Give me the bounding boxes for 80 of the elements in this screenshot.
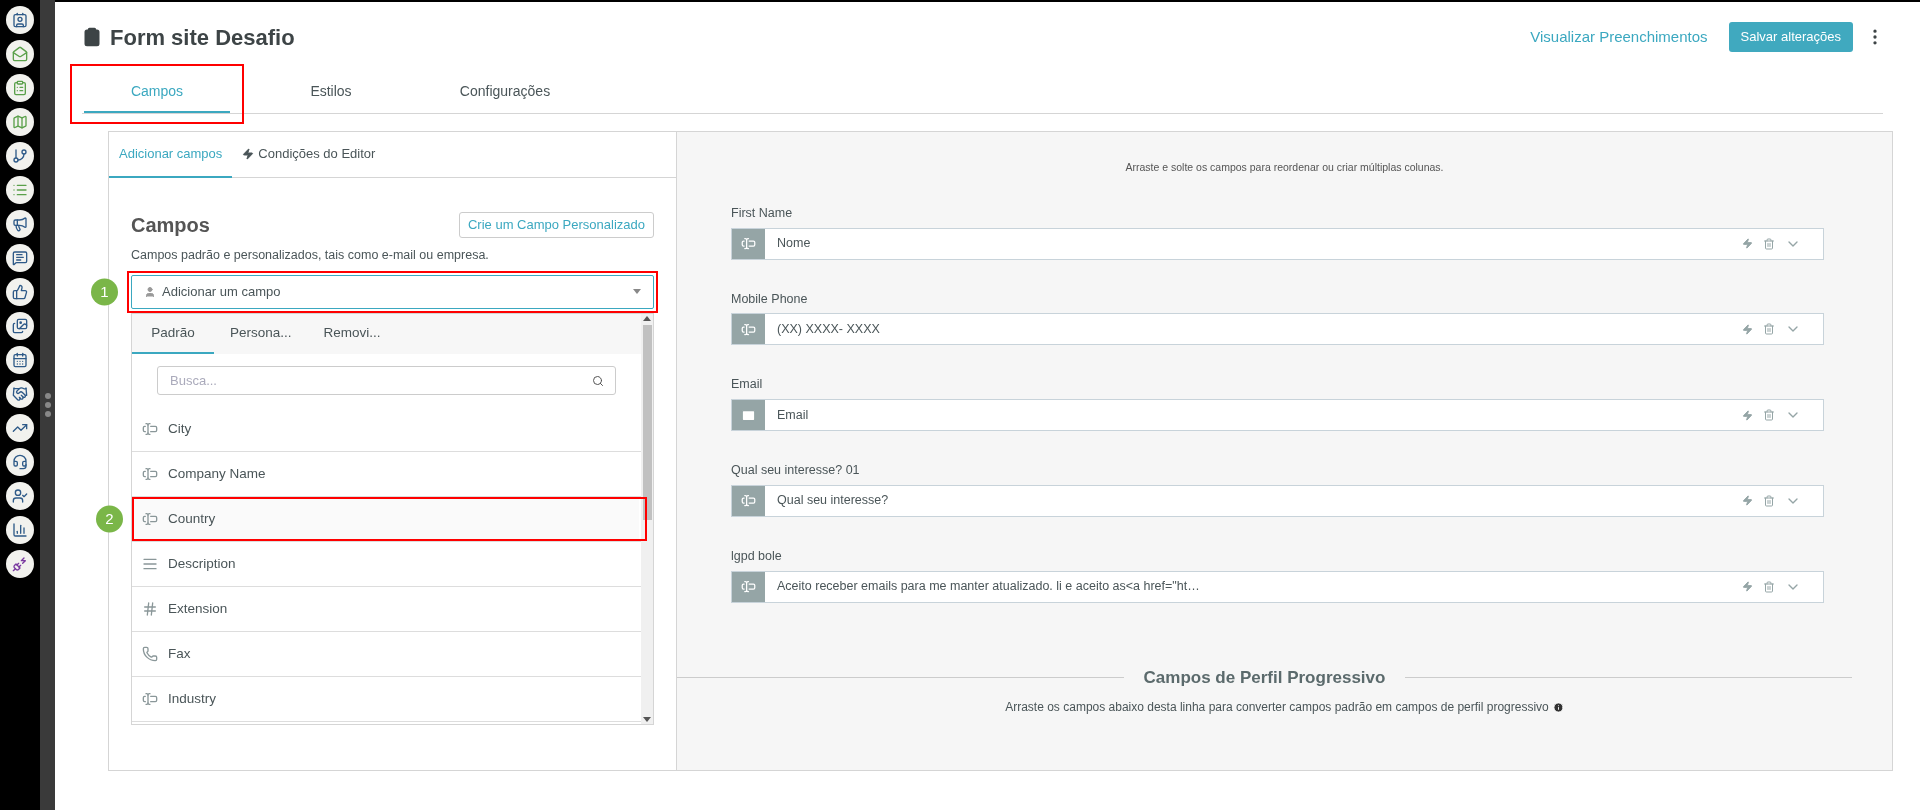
- scrollbar-thumb[interactable]: [642, 324, 652, 520]
- field-label: First Name: [731, 204, 794, 222]
- editor-tab[interactable]: Condições do Editor: [232, 132, 386, 178]
- form-field[interactable]: (XX) XXXX- XXXX: [731, 313, 1824, 346]
- scrollbar[interactable]: [641, 313, 653, 724]
- trash-icon[interactable]: [1763, 237, 1775, 250]
- clipboard-icon[interactable]: [6, 74, 34, 102]
- lightning-icon[interactable]: [1742, 581, 1753, 592]
- text-field-icon: [741, 321, 756, 337]
- megaphone-icon[interactable]: [6, 210, 34, 238]
- field-label: Mobile Phone: [731, 290, 809, 308]
- caret-down-icon: [633, 289, 641, 295]
- tab[interactable]: Configurações: [432, 72, 578, 113]
- dropdown-tab[interactable]: Removi...: [307, 313, 397, 354]
- lightning-icon: [242, 148, 255, 160]
- trash-icon[interactable]: [1763, 494, 1775, 507]
- search-field[interactable]: Busca...: [157, 365, 616, 395]
- tab[interactable]: Estilos: [258, 72, 404, 113]
- user-icon[interactable]: [6, 482, 34, 510]
- field-list-item[interactable]: Description: [134, 543, 639, 584]
- plug-icon[interactable]: [6, 550, 34, 578]
- dropdown-tab[interactable]: Persona...: [214, 313, 308, 354]
- drag-handle-icon[interactable]: [43, 392, 52, 418]
- field-label: Email: [731, 376, 764, 394]
- dropdown-tab[interactable]: Padrão: [132, 313, 214, 354]
- text-field-icon: [142, 420, 158, 437]
- scroll-down-icon[interactable]: [643, 716, 651, 722]
- field-label: lgpd bole: [731, 547, 783, 565]
- field-list-item[interactable]: Company Name: [134, 453, 639, 494]
- phone-icon: [142, 645, 158, 662]
- clipboard-icon: [82, 27, 102, 47]
- calendar-icon[interactable]: [6, 346, 34, 374]
- canvas-hint: Arraste e solte os campos para reordenar ou criar múltiplas colunas.: [1124, 160, 1445, 175]
- field-list-item[interactable]: Fax: [134, 633, 639, 674]
- field-list-item[interactable]: Extension: [134, 588, 639, 629]
- scroll-up-icon[interactable]: [643, 315, 651, 321]
- field-list-item[interactable]: Industry: [134, 678, 639, 719]
- list-icon[interactable]: [6, 176, 34, 204]
- field-list-item[interactable]: Country: [134, 498, 639, 539]
- map-icon[interactable]: [6, 108, 34, 136]
- page-title: Form site Desafio: [110, 23, 295, 52]
- thumbs-up-icon[interactable]: [6, 278, 34, 306]
- step-marker: 1: [91, 278, 118, 306]
- add-field-select[interactable]: Adicionar um campo: [131, 274, 654, 309]
- section-heading: Campos: [131, 213, 210, 238]
- branch-icon[interactable]: [6, 142, 34, 170]
- progressive-description: Arraste os campos abaixo desta linha para converter campos padrão em campos de perfil progressivo: [1005, 699, 1549, 716]
- text-field-icon: [142, 465, 158, 482]
- image-icon[interactable]: [6, 312, 34, 340]
- field-label: Qual seu interesse? 01: [731, 462, 861, 479]
- info-icon[interactable]: [1552, 701, 1564, 713]
- form-field[interactable]: Nome: [731, 227, 1824, 260]
- user-icon: [144, 285, 156, 298]
- text-field-icon: [142, 690, 158, 707]
- trash-icon[interactable]: [1763, 580, 1775, 593]
- form-field[interactable]: Qual seu interesse?: [731, 484, 1824, 517]
- trash-icon[interactable]: [1763, 409, 1775, 421]
- step-marker: 2: [96, 505, 123, 533]
- form-field[interactable]: Email: [731, 399, 1824, 431]
- lightning-icon[interactable]: [1742, 409, 1753, 421]
- text-field-icon: [741, 579, 756, 594]
- lightning-icon[interactable]: [1742, 495, 1753, 507]
- lightning-icon[interactable]: [1742, 238, 1753, 249]
- progressive-heading: Campos de Perfil Progressivo: [1142, 666, 1387, 689]
- headset-icon[interactable]: [6, 448, 34, 476]
- trash-icon[interactable]: [1763, 323, 1775, 336]
- handshake-icon[interactable]: [6, 380, 34, 408]
- text-field-icon: [741, 493, 756, 509]
- field-list-item[interactable]: City: [134, 408, 639, 449]
- bar-chart-icon[interactable]: [6, 516, 34, 544]
- chart-up-icon[interactable]: [6, 414, 34, 442]
- section-description: Campos padrão e personalizados, tais como e-mail ou empresa.: [131, 247, 490, 264]
- text-field-icon: [741, 236, 756, 251]
- chat-bubble-icon[interactable]: [6, 244, 34, 272]
- lightning-icon[interactable]: [1742, 323, 1753, 335]
- text-field-icon: [142, 510, 158, 527]
- contact-book-icon[interactable]: [6, 6, 34, 34]
- form-field[interactable]: Aceito receber emails para me manter atualizado. li e aceito as<a href="ht…: [731, 570, 1824, 603]
- search-icon: [592, 374, 604, 387]
- hash-icon: [142, 600, 158, 617]
